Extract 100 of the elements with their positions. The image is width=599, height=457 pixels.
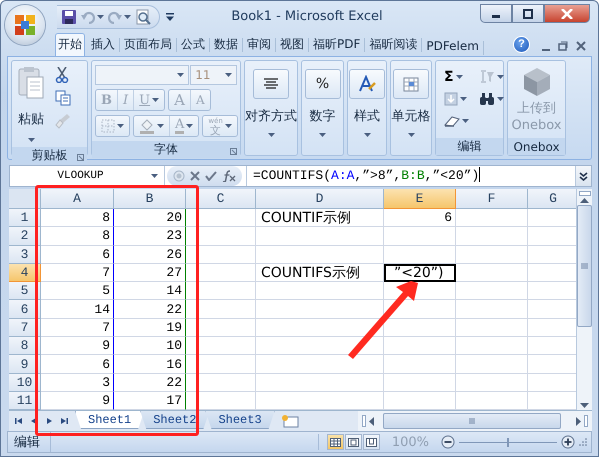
name-box[interactable]: VLOOKUP	[10, 166, 165, 186]
launcher-icon	[77, 154, 84, 161]
table-cell: 7	[41, 318, 114, 338]
copy-button[interactable]	[53, 88, 73, 108]
copy-icon	[55, 90, 71, 106]
ribbon-tab[interactable]: 数据	[211, 33, 241, 56]
column-header[interactable]: F	[456, 189, 528, 209]
ribbon-tab[interactable]: 页面布局	[121, 33, 175, 56]
left-arrow-icon	[369, 416, 374, 426]
row-header[interactable]: 6	[9, 300, 41, 319]
table-cell	[186, 374, 256, 392]
zoom-slider[interactable]	[459, 435, 557, 449]
maximize-button[interactable]	[512, 4, 544, 23]
grid-view-icon	[330, 438, 341, 446]
cancel-button[interactable]	[190, 171, 200, 181]
table-cell: 10	[114, 337, 186, 356]
dropdown-caret-icon	[117, 124, 124, 128]
insert-function-button[interactable]	[222, 170, 236, 182]
scroll-right-button[interactable]	[576, 416, 581, 426]
split-box-icon	[584, 415, 588, 427]
fill-down-icon	[444, 92, 458, 106]
group-label: 剪贴板	[32, 147, 68, 164]
sheet-tab[interactable]: Sheet2	[140, 411, 210, 429]
row-header[interactable]: 5	[9, 282, 41, 300]
column-header[interactable]: E	[384, 189, 456, 209]
sort-filter-icon	[479, 70, 495, 84]
row-header[interactable]: 1	[9, 209, 41, 228]
dropdown-caret-icon	[268, 133, 274, 137]
customize-toolbar-button[interactable]	[166, 12, 174, 20]
zoom-in-button[interactable]	[561, 435, 575, 449]
dropdown-caret-icon	[224, 124, 232, 128]
minimize-icon	[492, 15, 500, 18]
scroll-left-button[interactable]	[369, 416, 374, 426]
row-header[interactable]: 8	[9, 337, 41, 356]
table-cell	[186, 355, 256, 374]
select-all-button[interactable]	[9, 189, 41, 209]
ribbon-tab[interactable]: 审阅	[244, 33, 274, 56]
column-header[interactable]: G	[528, 189, 576, 209]
vertical-scrollbar[interactable]	[576, 189, 592, 410]
row-header[interactable]: 9	[9, 355, 41, 374]
column-header[interactable]: C	[186, 189, 256, 209]
plus-icon	[561, 435, 575, 449]
maximize-icon	[523, 8, 533, 18]
table-cell	[186, 227, 256, 246]
save-button[interactable]	[61, 8, 77, 24]
autosum-button[interactable]: Σ	[442, 67, 471, 87]
ribbon-tab[interactable]: 福昕PDF	[310, 33, 364, 56]
horizontal-scrollbar[interactable]	[358, 411, 592, 431]
scroll-down-button[interactable]	[580, 403, 589, 408]
print-preview-button[interactable]	[135, 8, 151, 24]
next-sheet-button[interactable]	[45, 417, 53, 425]
sheet-tab[interactable]: Sheet1	[75, 411, 144, 429]
previous-sheet-icon	[30, 417, 38, 425]
previous-sheet-button[interactable]	[30, 417, 38, 425]
close-button[interactable]	[544, 4, 590, 23]
page-break-icon	[366, 438, 377, 446]
last-sheet-button[interactable]	[60, 417, 68, 425]
column-header[interactable]: A	[41, 189, 114, 209]
new-sheet-icon	[280, 414, 299, 428]
table-cell	[186, 209, 256, 228]
ribbon-tab[interactable]: 公式	[178, 33, 208, 56]
table-cell	[384, 227, 456, 246]
window-title: Book1 - Microsoft Excel	[230, 9, 384, 24]
sheet-tab[interactable]: Sheet3	[205, 411, 275, 429]
launcher-icon	[230, 148, 237, 155]
row-header[interactable]: 2	[9, 227, 41, 246]
table-cell	[186, 337, 256, 356]
group-label: 字体	[154, 141, 178, 158]
dropdown-caret-icon	[225, 73, 232, 77]
ribbon-tab[interactable]: 视图	[277, 33, 307, 56]
binoculars-icon	[479, 92, 495, 106]
table-cell: COUNTIF示例	[256, 209, 384, 228]
table-cell	[384, 355, 456, 374]
ribbon-tab[interactable]: PDFelem	[423, 36, 482, 56]
first-sheet-button[interactable]	[15, 417, 23, 425]
page-layout-button[interactable]	[344, 434, 362, 450]
expand-formula-button[interactable]	[575, 166, 591, 186]
table-cell	[456, 282, 528, 300]
table-icon	[403, 76, 419, 92]
dialog-launcher-button[interactable]	[77, 154, 84, 161]
zoom-out-button[interactable]	[441, 435, 455, 449]
borders-icon	[101, 119, 115, 133]
ribbon-tab[interactable]: 开始	[55, 33, 85, 56]
office-button[interactable]	[5, 5, 45, 45]
minimize-button[interactable]	[480, 4, 512, 23]
first-sheet-icon	[15, 417, 23, 425]
ribbon-tab[interactable]: 福昕阅读	[366, 33, 420, 56]
ribbon-tab[interactable]: 插入	[88, 33, 118, 56]
column-header[interactable]: B	[114, 189, 186, 209]
enter-button[interactable]	[205, 171, 217, 181]
undo-button[interactable]	[81, 10, 104, 24]
scroll-up-button[interactable]	[580, 198, 589, 203]
page-break-button[interactable]	[362, 434, 380, 450]
normal-view-button[interactable]	[326, 434, 344, 450]
table-cell: 8	[41, 209, 114, 228]
table-cell: 27	[114, 264, 186, 282]
redo-button[interactable]	[108, 10, 131, 24]
dropdown-caret-icon	[186, 124, 194, 128]
column-header[interactable]: D	[256, 189, 384, 209]
dialog-launcher-button[interactable]	[230, 148, 237, 155]
